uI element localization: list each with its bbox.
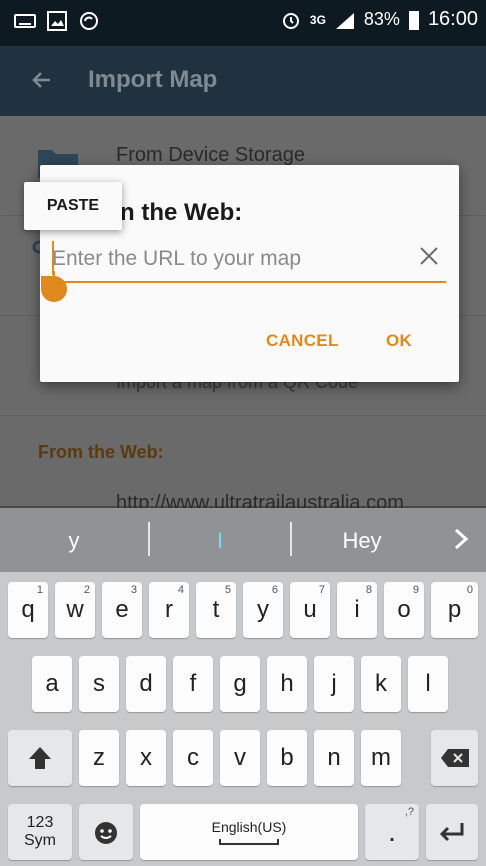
alarm-icon bbox=[282, 12, 299, 29]
key-z[interactable]: z bbox=[79, 730, 119, 786]
key-e[interactable]: e3 bbox=[102, 582, 142, 638]
key-y[interactable]: y6 bbox=[243, 582, 283, 638]
period-key[interactable]: .,? bbox=[365, 804, 419, 860]
shift-icon bbox=[29, 747, 51, 769]
app-bar: Import Map bbox=[0, 46, 486, 116]
key-c[interactable]: c bbox=[173, 730, 213, 786]
suggestion-bar: y I Hey bbox=[0, 508, 486, 572]
text-cursor bbox=[52, 241, 54, 275]
key-p[interactable]: p0 bbox=[431, 582, 478, 638]
key-n[interactable]: n bbox=[314, 730, 354, 786]
key-r[interactable]: r4 bbox=[149, 582, 189, 638]
chevron-right-icon[interactable] bbox=[448, 524, 474, 554]
suggestion-item[interactable]: y bbox=[0, 528, 148, 554]
space-key[interactable]: English(US) bbox=[140, 804, 358, 860]
key-m[interactable]: m bbox=[361, 730, 401, 786]
backspace-icon bbox=[440, 749, 469, 767]
sync-icon bbox=[80, 12, 98, 30]
emoji-icon bbox=[95, 822, 117, 844]
url-input[interactable] bbox=[52, 241, 404, 277]
key-q[interactable]: q1 bbox=[8, 582, 48, 638]
key-s[interactable]: s bbox=[79, 656, 119, 712]
key-u[interactable]: u7 bbox=[290, 582, 330, 638]
signal-icon bbox=[335, 12, 354, 29]
ok-button[interactable]: OK bbox=[386, 331, 412, 351]
suggestion-item[interactable]: Hey bbox=[292, 528, 432, 554]
key-x[interactable]: x bbox=[126, 730, 166, 786]
cursor-handle-icon[interactable] bbox=[40, 271, 68, 303]
key-i[interactable]: i8 bbox=[337, 582, 377, 638]
battery-percent: 83% bbox=[363, 9, 400, 29]
space-bar-icon bbox=[219, 839, 279, 845]
key-g[interactable]: g bbox=[220, 656, 260, 712]
key-t[interactable]: t5 bbox=[196, 582, 236, 638]
key-l[interactable]: l bbox=[408, 656, 448, 712]
key-o[interactable]: o9 bbox=[384, 582, 424, 638]
cancel-button[interactable]: CANCEL bbox=[266, 331, 339, 351]
battery-icon bbox=[408, 10, 419, 30]
keyboard: q1 w2 e3 r4 t5 y6 u7 i8 o9 p0 a s d f g … bbox=[0, 572, 486, 866]
input-underline bbox=[52, 281, 446, 283]
emoji-key[interactable] bbox=[79, 804, 133, 860]
enter-key[interactable] bbox=[426, 804, 478, 860]
backspace-key[interactable] bbox=[431, 730, 478, 786]
key-d[interactable]: d bbox=[126, 656, 166, 712]
keyboard-icon bbox=[14, 14, 36, 28]
section-header: From the Web: bbox=[38, 442, 164, 462]
status-bar: 3G 83% 16:00 bbox=[0, 0, 486, 46]
shift-key[interactable] bbox=[8, 730, 72, 786]
key-a[interactable]: a bbox=[32, 656, 72, 712]
list-item-title: From Device Storage bbox=[116, 144, 305, 166]
key-j[interactable]: j bbox=[314, 656, 354, 712]
key-v[interactable]: v bbox=[220, 730, 260, 786]
network-type: 3G bbox=[309, 12, 326, 27]
symbols-key[interactable]: 123 Sym bbox=[8, 804, 72, 860]
close-icon[interactable] bbox=[418, 245, 440, 267]
paste-button[interactable]: PASTE bbox=[24, 182, 122, 230]
gallery-icon bbox=[47, 11, 67, 31]
key-h[interactable]: h bbox=[267, 656, 307, 712]
key-k[interactable]: k bbox=[361, 656, 401, 712]
suggestion-item[interactable]: I bbox=[150, 528, 290, 554]
enter-icon bbox=[439, 823, 464, 842]
key-f[interactable]: f bbox=[173, 656, 213, 712]
dialog-title: n the Web: bbox=[120, 199, 243, 226]
back-arrow-icon[interactable] bbox=[30, 68, 54, 92]
key-w[interactable]: w2 bbox=[55, 582, 95, 638]
key-b[interactable]: b bbox=[267, 730, 307, 786]
clock: 16:00 bbox=[427, 8, 478, 30]
page-title: Import Map bbox=[88, 66, 218, 93]
